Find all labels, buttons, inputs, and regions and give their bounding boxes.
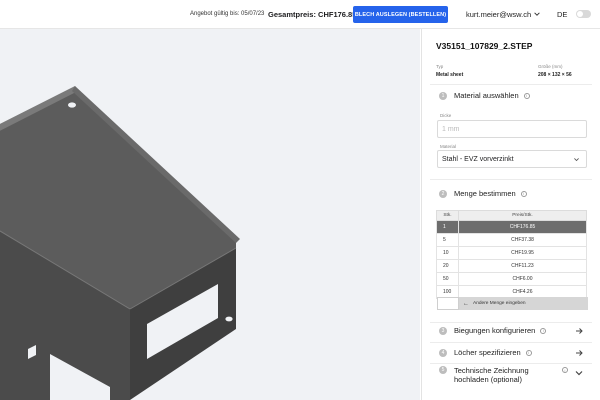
qty-cell: 5 xyxy=(436,233,459,247)
material-select[interactable]: Stahl - EVZ vorverzinkt xyxy=(437,150,587,168)
divider xyxy=(430,179,592,180)
chevron-down-icon xyxy=(574,158,579,162)
step-number: 2 xyxy=(439,189,447,198)
info-icon[interactable]: i xyxy=(525,349,532,356)
qty-cell: 10 xyxy=(436,246,459,260)
arrow-left-icon: ← xyxy=(463,300,469,307)
info-icon[interactable]: i xyxy=(523,92,530,99)
language-selector[interactable]: DE xyxy=(557,10,567,19)
divider xyxy=(430,342,592,343)
price-cell: CHF176.85 xyxy=(458,220,587,234)
size-label: Größe (mm) xyxy=(538,64,563,69)
step-number: 3 xyxy=(439,326,447,335)
sheet-metal-part[interactable] xyxy=(0,29,420,400)
table-row[interactable]: 50 CHF6.00 xyxy=(436,272,587,286)
step-label: Menge bestimmen xyxy=(454,189,516,198)
arrow-right-icon[interactable] xyxy=(574,326,584,336)
step-label: Biegungen konfigurieren xyxy=(454,326,536,335)
thickness-input[interactable]: 1 mm xyxy=(437,120,587,138)
step-number: 4 xyxy=(439,348,447,357)
step-drawing-upload[interactable]: 5 Technische Zeichnung hochladen (option… xyxy=(439,366,568,384)
total-price-value: CHF176.85 xyxy=(318,10,357,19)
price-cell: CHF11.23 xyxy=(458,259,587,273)
custom-quantity-row: ← Andere Menge eingeben xyxy=(437,297,588,310)
price-cell: CHF19.95 xyxy=(458,246,587,260)
step-label: Technische Zeichnung hochladen (optional… xyxy=(454,366,529,384)
table-row[interactable]: 5 CHF37.38 xyxy=(436,233,587,247)
table-row[interactable]: 20 CHF11.23 xyxy=(436,259,587,273)
configuration-panel: V35151_107829_2.STEP Typ Metal sheet Grö… xyxy=(421,29,600,400)
divider xyxy=(430,363,592,364)
size-value: 208 × 132 × 56 xyxy=(538,72,572,78)
top-bar: Angebot gültig bis: 05/07/23 Gesamtpreis… xyxy=(0,0,600,29)
table-row[interactable]: 10 CHF19.95 xyxy=(436,246,587,260)
theme-toggle[interactable] xyxy=(576,10,591,18)
arrow-right-icon[interactable] xyxy=(574,348,584,358)
step-label: Material auswählen xyxy=(454,91,519,100)
thickness-label: Dicke xyxy=(440,113,452,118)
divider xyxy=(430,84,592,85)
type-value: Metal sheet xyxy=(436,72,464,78)
file-name: V35151_107829_2.STEP xyxy=(436,41,533,51)
step-holes[interactable]: 4 Löcher spezifizieren i xyxy=(439,348,532,357)
table-row[interactable]: 1 CHF176.85 xyxy=(436,220,587,234)
quantity-price-table: Stk. Preis/Stk. 1 CHF176.85 5 CHF37.38 1… xyxy=(436,210,587,299)
order-button[interactable]: BLECH AUSLEGEN (BESTELLEN) xyxy=(353,6,448,23)
price-cell: CHF37.38 xyxy=(458,233,587,247)
step-quantity[interactable]: 2 Menge bestimmen i xyxy=(439,189,527,198)
qty-cell: 20 xyxy=(436,259,459,273)
step-label: Löcher spezifizieren xyxy=(454,348,521,357)
step-number: 1 xyxy=(439,91,447,100)
custom-quantity-input[interactable] xyxy=(437,297,459,310)
type-label: Typ xyxy=(436,64,444,69)
quote-valid-text: Angebot gültig bis: 05/07/23 xyxy=(190,11,265,17)
info-icon[interactable]: i xyxy=(562,367,568,373)
step-bends[interactable]: 3 Biegungen konfigurieren i xyxy=(439,326,547,335)
chevron-down-icon[interactable] xyxy=(574,368,584,378)
3d-viewer[interactable] xyxy=(0,29,420,400)
user-menu[interactable]: kurt.meier@wsw.ch xyxy=(466,10,531,19)
price-cell: CHF6.00 xyxy=(458,272,587,286)
total-price: Gesamtpreis: CHF176.85 xyxy=(268,10,356,19)
total-price-label: Gesamtpreis: xyxy=(268,10,316,19)
qty-cell: 1 xyxy=(436,220,459,234)
qty-cell: 50 xyxy=(436,272,459,286)
info-icon[interactable]: i xyxy=(540,327,547,334)
chevron-down-icon[interactable] xyxy=(533,10,541,18)
custom-quantity-button[interactable]: ← Andere Menge eingeben xyxy=(459,297,588,310)
column-header-price: Preis/Stk. xyxy=(458,210,587,221)
material-value: Stahl - EVZ vorverzinkt xyxy=(442,155,514,163)
step-material[interactable]: 1 Material auswählen i xyxy=(439,91,530,100)
divider xyxy=(430,322,592,323)
step-number: 5 xyxy=(439,366,447,374)
material-label: Material xyxy=(440,144,457,149)
column-header-qty: Stk. xyxy=(436,210,459,221)
custom-quantity-label: Andere Menge eingeben xyxy=(473,301,526,306)
info-icon[interactable]: i xyxy=(520,190,527,197)
